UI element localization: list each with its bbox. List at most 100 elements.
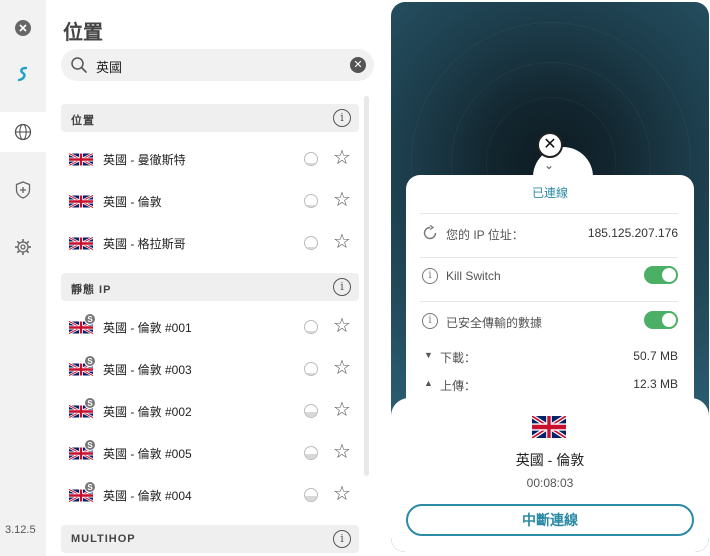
app-version: 3.12.5 <box>5 524 36 536</box>
secure-data-toggle[interactable] <box>644 311 678 329</box>
ip-label: 您的 IP 位址： <box>446 228 524 242</box>
download-value: 50.7 MB <box>633 349 678 363</box>
list-item[interactable]: 英國 - 曼徹斯特 ☆ <box>61 138 359 180</box>
divider <box>420 257 678 258</box>
sidebar-item-settings[interactable] <box>0 227 46 267</box>
search-input[interactable]: 英國 ✕ <box>61 49 374 81</box>
location-label: 英國 - 倫敦 #004 <box>103 489 192 503</box>
info-icon[interactable]: i <box>333 530 351 548</box>
upload-arrow-icon: ▲ <box>424 378 433 388</box>
connected-location: 英國 - 倫敦 <box>515 452 585 468</box>
upload-label: 上傳： <box>440 379 477 393</box>
globe-icon <box>14 123 32 141</box>
uk-flag-icon <box>532 416 566 438</box>
close-window-button[interactable] <box>0 8 46 48</box>
clear-search-button[interactable]: ✕ <box>350 57 366 73</box>
secure-data-label: 已安全傳輸的數據 <box>446 316 543 330</box>
section-label: MULTIHOP <box>71 533 136 545</box>
location-label: 英國 - 倫敦 #002 <box>103 405 192 419</box>
search-value: 英國 <box>96 60 123 75</box>
collapse-card-button[interactable]: ✕ <box>537 132 563 158</box>
uk-flag-icon <box>69 236 93 251</box>
download-label: 下載： <box>440 351 477 365</box>
location-label: 英國 - 倫敦 <box>103 195 162 209</box>
download-arrow-icon: ▼ <box>424 350 433 360</box>
static-ip-badge: S <box>84 355 96 367</box>
info-icon[interactable]: i <box>333 109 351 127</box>
kill-switch-label: Kill Switch <box>446 269 501 283</box>
favorite-star-icon[interactable]: ☆ <box>333 232 351 252</box>
favorite-star-icon[interactable]: ☆ <box>333 316 351 336</box>
upload-value: 12.3 MB <box>633 377 678 391</box>
info-icon[interactable]: i <box>422 268 438 284</box>
disconnect-button[interactable]: 中斷連線 <box>406 504 694 536</box>
surfshark-logo <box>0 54 46 94</box>
list-item[interactable]: 英國 - 倫敦 ☆ <box>61 180 359 222</box>
sidebar-item-antivirus[interactable] <box>0 170 46 210</box>
app-window: 3.12.5 位置 英國 ✕ 位置 i 英國 - 曼徹斯特 ☆ 英國 - 倫敦 … <box>0 0 710 556</box>
connection-details-card: 已連線 您的 IP 位址： 185.125.207.176 i Kill Swi… <box>406 147 694 435</box>
ip-address-row: 您的 IP 位址： 185.125.207.176 <box>420 223 678 247</box>
server-load-icon <box>304 362 318 376</box>
uk-flag-icon <box>69 194 93 209</box>
server-load-icon <box>304 320 318 334</box>
list-item[interactable]: S 英國 - 倫敦 #004 ☆ <box>61 474 359 516</box>
server-load-icon <box>304 488 318 502</box>
section-header-multihop: MULTIHOP i <box>61 525 359 553</box>
list-item[interactable]: 英國 - 格拉斯哥 ☆ <box>61 222 359 264</box>
location-label: 英國 - 倫敦 #003 <box>103 363 192 377</box>
static-ip-badge: S <box>84 481 96 493</box>
connection-duration: 00:08:03 <box>526 476 574 490</box>
locations-panel: 位置 英國 ✕ 位置 i 英國 - 曼徹斯特 ☆ 英國 - 倫敦 ☆ 英國 - … <box>46 0 376 556</box>
divider <box>420 213 678 214</box>
gear-icon <box>15 239 31 255</box>
list-item[interactable]: S 英國 - 倫敦 #005 ☆ <box>61 432 359 474</box>
surfshark-logo-icon <box>17 66 28 82</box>
info-icon[interactable]: i <box>333 278 351 296</box>
page-title: 位置 <box>63 22 103 44</box>
kill-switch-toggle[interactable] <box>644 266 678 284</box>
download-row: ▼ 下載： 50.7 MB <box>420 347 678 367</box>
static-ip-badge: S <box>84 439 96 451</box>
secure-data-row: i 已安全傳輸的數據 <box>420 311 678 335</box>
section-header-locations: 位置 i <box>61 104 359 132</box>
close-icon <box>15 20 31 36</box>
connection-status: 已連線 <box>531 186 568 200</box>
search-icon <box>71 57 87 73</box>
info-icon[interactable]: i <box>422 313 438 329</box>
favorite-star-icon[interactable]: ☆ <box>333 484 351 504</box>
shield-icon <box>15 181 31 199</box>
favorite-star-icon[interactable]: ☆ <box>333 400 351 420</box>
divider <box>420 301 678 302</box>
chevron-down-icon[interactable]: ⌄ <box>544 158 554 172</box>
list-item[interactable]: S 英國 - 倫敦 #001 ☆ <box>61 306 359 348</box>
refresh-icon[interactable] <box>422 225 438 241</box>
upload-row: ▲ 上傳： 12.3 MB <box>420 375 678 395</box>
server-load-icon <box>304 194 318 208</box>
location-label: 英國 - 倫敦 #001 <box>103 321 192 335</box>
ip-value: 185.125.207.176 <box>587 226 678 240</box>
connection-map: 已連線 您的 IP 位址： 185.125.207.176 i Kill Swi… <box>391 2 709 552</box>
connected-location-card: 英國 - 倫敦 00:08:03 中斷連線 <box>391 398 709 552</box>
server-load-icon <box>304 152 318 166</box>
section-label: 靜態 IP <box>71 284 112 296</box>
section-header-static-ip: 靜態 IP i <box>61 273 359 301</box>
server-load-icon <box>304 446 318 460</box>
location-label: 英國 - 倫敦 #005 <box>103 447 192 461</box>
scrollbar[interactable] <box>364 96 369 476</box>
list-item[interactable]: S 英國 - 倫敦 #003 ☆ <box>61 348 359 390</box>
sidebar: 3.12.5 <box>0 0 46 556</box>
list-item[interactable]: S 英國 - 倫敦 #002 ☆ <box>61 390 359 432</box>
server-load-icon <box>304 236 318 250</box>
favorite-star-icon[interactable]: ☆ <box>333 148 351 168</box>
location-list: 位置 i 英國 - 曼徹斯特 ☆ 英國 - 倫敦 ☆ 英國 - 格拉斯哥 ☆ 靜… <box>61 104 361 556</box>
server-load-icon <box>304 404 318 418</box>
location-label: 英國 - 格拉斯哥 <box>103 237 186 251</box>
favorite-star-icon[interactable]: ☆ <box>333 358 351 378</box>
static-ip-badge: S <box>84 313 96 325</box>
favorite-star-icon[interactable]: ☆ <box>333 442 351 462</box>
favorite-star-icon[interactable]: ☆ <box>333 190 351 210</box>
location-label: 英國 - 曼徹斯特 <box>103 153 186 167</box>
sidebar-item-locations[interactable] <box>0 112 46 152</box>
kill-switch-row: i Kill Switch <box>420 266 678 290</box>
